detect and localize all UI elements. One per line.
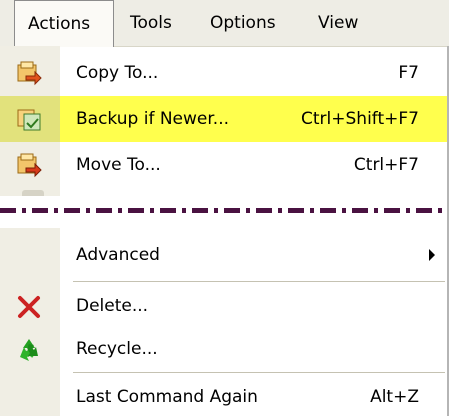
move-to-icon	[17, 153, 42, 178]
partial-icon	[22, 190, 44, 196]
copy-to-icon	[17, 61, 42, 86]
recycle-label: Recycle...	[76, 339, 158, 359]
menu-item-last-command-again[interactable]: Last Command Again Alt+Z	[0, 374, 449, 420]
menu-actions-label: Actions	[28, 14, 91, 34]
menu-tools-label: Tools	[130, 13, 172, 33]
menu-tools[interactable]: Tools	[130, 0, 172, 46]
menu-bar: Actions Tools Options View	[0, 0, 449, 47]
copy-to-shortcut: F7	[398, 63, 419, 83]
crop-divider	[0, 208, 449, 213]
menu-item-copy-to[interactable]: Copy To... F7	[0, 50, 449, 96]
menu-options-label: Options	[210, 13, 276, 33]
menu-item-recycle[interactable]: Recycle...	[0, 326, 449, 372]
backup-if-newer-shortcut: Ctrl+Shift+F7	[301, 109, 419, 129]
menu-item-move-to[interactable]: Move To... Ctrl+F7	[0, 142, 449, 188]
menu-options[interactable]: Options	[210, 0, 276, 46]
menu-actions[interactable]: Actions	[14, 0, 114, 47]
move-to-label: Move To...	[76, 155, 161, 175]
backup-icon	[17, 109, 41, 131]
menu-item-delete[interactable]: Delete...	[0, 283, 449, 329]
last-command-again-label: Last Command Again	[76, 387, 258, 407]
menu-item-advanced[interactable]: Advanced	[0, 232, 449, 278]
menu-view[interactable]: View	[318, 0, 358, 46]
delete-label: Delete...	[76, 296, 149, 316]
menu-item-backup-if-newer[interactable]: Backup if Newer... Ctrl+Shift+F7	[0, 96, 449, 142]
submenu-arrow-icon	[429, 249, 435, 261]
move-to-shortcut: Ctrl+F7	[353, 155, 419, 175]
menu-separator	[73, 281, 445, 282]
copy-to-label: Copy To...	[76, 63, 159, 83]
menu-view-label: View	[318, 13, 359, 33]
backup-if-newer-label: Backup if Newer...	[76, 109, 230, 129]
advanced-label: Advanced	[76, 245, 160, 265]
menu-separator	[73, 372, 445, 373]
delete-icon	[18, 296, 40, 318]
last-command-again-shortcut: Alt+Z	[370, 387, 419, 407]
recycle-icon	[20, 339, 38, 361]
